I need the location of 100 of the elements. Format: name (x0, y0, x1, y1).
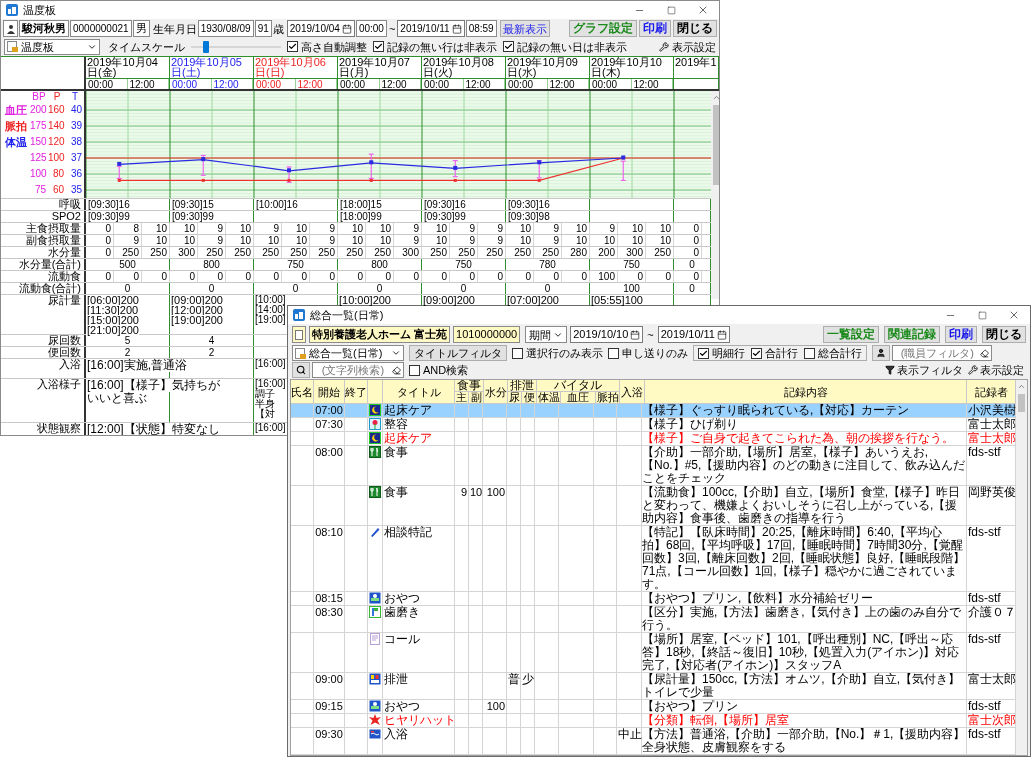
time-header: 00:00 (506, 79, 548, 89)
view-dropdown[interactable]: 総合一覧(日常) (292, 345, 405, 361)
table-cell: おやつ (384, 699, 420, 713)
column-header: バイタル (554, 380, 602, 391)
date-field[interactable]: 2019/10/10 (570, 326, 644, 343)
table-row[interactable]: 09:15 おやつ 100 【おやつ】プリン fds-stf (291, 700, 1016, 714)
table-cell: 介護０７ (968, 605, 1016, 619)
table-cell: 9 (450, 235, 478, 246)
row-label: 尿計量 (48, 295, 81, 308)
time-header: 12:00 (295, 79, 337, 89)
scale-tick: 37 (69, 152, 83, 164)
scale-tick: 40 (69, 104, 83, 116)
eraser-icon (980, 348, 990, 358)
scale-tick: 100 (30, 168, 48, 180)
table-cell: 250 (506, 247, 534, 258)
table-row[interactable]: 07:00 起床ケア 【様子】ぐっすり眠られている,【対応】カーテン 小沢美樹 (291, 404, 1016, 418)
table-cell: 10 (590, 235, 618, 246)
table-row[interactable]: 07:30 整容 【様子】ひげ剃り 富士太郎 (291, 418, 1016, 432)
scrollbar[interactable] (1016, 380, 1027, 755)
table-row[interactable]: 09:00 排泄 普 少 【尿計量】150cc,【方法】オムツ,【介助】自立,【気付き】トイレで少量 富士太郎 (291, 673, 1016, 700)
data-point (453, 165, 458, 170)
table-cell-text: 4 (207, 334, 216, 347)
table-cell-text: [18:00]99 (339, 210, 383, 223)
eraser-icon (392, 365, 401, 375)
table-cell: 250 (534, 247, 562, 258)
table-cell: 10 (142, 235, 170, 246)
search-button[interactable] (292, 362, 310, 378)
scroll-thumb[interactable] (713, 105, 719, 185)
checkbox[interactable] (608, 347, 620, 359)
table-row[interactable]: ヒヤリハット 【分類】転倒,【場所】居室 富士次郎 (291, 714, 1016, 728)
staff-filter-field[interactable]: (職員フィルタ) (892, 345, 993, 361)
text-search-field[interactable]: (文字列検索) (312, 362, 404, 378)
table-cell: 9 (460, 486, 467, 498)
table-cell: 250 (310, 247, 338, 258)
display-filter-link[interactable]: 表示フィルタ (897, 364, 963, 376)
bath-icon (369, 728, 381, 740)
view-dropdown[interactable]: 温度板 (4, 38, 100, 55)
table-cell: 9 (478, 223, 506, 234)
checkbox[interactable] (512, 347, 524, 359)
toolbar-button[interactable]: 印刷 (945, 326, 977, 343)
toolbar-button[interactable]: 閉じる (982, 326, 1026, 343)
table-cell: 250 (142, 247, 170, 258)
row-label: SPO2 (51, 211, 81, 222)
table-cell: 9 (534, 235, 562, 246)
table-cell: [07:00]200 (506, 295, 559, 305)
table-row[interactable]: 08:00 食事 【介助】一部介助,【場所】居室,【様子】あいうえお,【No.】#5,【援助内容】のどの動きに注目して、飲み込んだことをチェック fds-stf (291, 446, 1016, 486)
table-cell: [09:00]200 (422, 295, 475, 305)
scale-tick: 38 (69, 136, 83, 148)
date-field[interactable]: 2019/10/11 (397, 20, 465, 37)
timescale-slider[interactable] (191, 39, 281, 54)
table-cell: 100 (590, 271, 618, 282)
checkbox[interactable] (503, 41, 514, 52)
checkbox[interactable] (409, 364, 420, 376)
table-cell: [15:00]200 (86, 315, 139, 325)
title-filter-button[interactable]: タイトルフィルタ (409, 345, 508, 361)
table-cell-text: 0 (543, 282, 552, 295)
display-settings-link[interactable]: 表示設定 (980, 364, 1024, 376)
date-field[interactable]: 2019/10/11 (657, 326, 730, 343)
wrench-icon (968, 365, 978, 375)
display-settings-link[interactable]: 表示設定 (672, 40, 716, 53)
table-row[interactable]: 08:15 おやつ 【おやつ】プリン,【飲料】水分補給ゼリー fds-stf (291, 592, 1016, 606)
table-cell: 250 (450, 247, 478, 258)
table-cell: fds-stf (968, 699, 1001, 713)
table-cell: 【様子】ひげ剃り (642, 417, 738, 431)
scale-tick: 60 (51, 184, 65, 196)
table-cell: 【流動食】100cc,【介助】自立,【場所】食堂,【様子】昨日と変わって、機嫌よくおいしそうに召し上がっている,【援助内容】食事後、歯磨きの指導を行う (642, 485, 961, 525)
slider-thumb[interactable] (203, 40, 210, 53)
checkbox[interactable] (287, 41, 298, 52)
table-cell: 【様子】ぐっすり眠られている,【対応】カーテン (642, 403, 910, 417)
window-title: 総合一覧(日常) (310, 308, 384, 322)
table-row[interactable]: 08:10 相談特記 【特記】【臥床時間】20:25,【離床時間】6:40,【平均心拍】68回,【平均呼吸】17回,【睡眠時間】7時間30分,【覚醒回数】3回,【離床回数】2回,【睡眠状態】良好,【睡眠段階】71点,【コール回数】1回,【様子】穏やかに過ごされています。 fds-stf (291, 526, 1016, 592)
table-cell: 【尿計量】150cc,【方法】オムツ,【介助】自立,【気付き】トイレで少量 (642, 672, 961, 699)
table-row[interactable]: コール 【場所】居室,【ベッド】101,【呼出種別】NC,【呼出～応答】18秒,【終話～復旧】10秒,【処置入力(アイホン)】対応完了,【対応者(アイホン)】スタッフA fds-stf (291, 633, 1016, 673)
date-header: 2019年10月07日(月) (338, 57, 411, 78)
scrollbar[interactable] (711, 91, 719, 299)
table-row[interactable]: 食事 9 10 100 【流動食】100cc,【介助】自立,【場所】食堂,【様子】昨日と変わって、機嫌よくおいしそうに召し上がっている,【援助内容】食事後、歯磨きの指導を行う 岡野英俊 (291, 486, 1016, 526)
toolbar-button[interactable]: 関連記録 (884, 326, 940, 343)
table-cell: [12:00]【状態】特変なし (86, 423, 220, 435)
table-row[interactable]: 09:30 入浴 中止【方法】普通浴,【介助】一部介助,【No.】＃1,【援助内容】全身状態、皮膚観察をする fds-stf (291, 728, 1016, 755)
scroll-thumb[interactable] (1018, 394, 1025, 412)
period-dropdown[interactable]: 期間 (525, 326, 568, 343)
table-row[interactable]: 08:30 歯磨き 【区分】実施,【方法】歯磨き,【気付き】上の歯のみ自分で行う。 介護０７ (291, 606, 1016, 633)
table-cell: 100 (486, 486, 505, 498)
table-cell: 10 (506, 223, 534, 234)
age-field: 91 (254, 20, 272, 37)
staff-button[interactable] (872, 345, 891, 361)
table-cell: [14:00] (254, 305, 286, 315)
time-header: 12:00 (379, 79, 421, 89)
checkbox[interactable] (804, 347, 816, 359)
table-cell: [19:00]200 (170, 315, 223, 325)
refresh-button[interactable]: 最新表示 (499, 20, 550, 37)
table-row[interactable]: 起床ケア 【様子】ご自身で起きてこられた為、朝の挨拶を行なう。 富士太郎 (291, 432, 1016, 446)
checkbox[interactable] (698, 347, 710, 359)
checkbox[interactable] (751, 347, 763, 359)
checkbox[interactable] (373, 41, 384, 52)
column-header: 体温 (537, 392, 560, 403)
date-field[interactable]: 2019/10/04 (286, 20, 355, 37)
toolbar-button[interactable]: 閉じる (673, 20, 717, 37)
toolbar-button[interactable]: 印刷 (639, 20, 671, 37)
table-cell: 250 (114, 247, 142, 258)
